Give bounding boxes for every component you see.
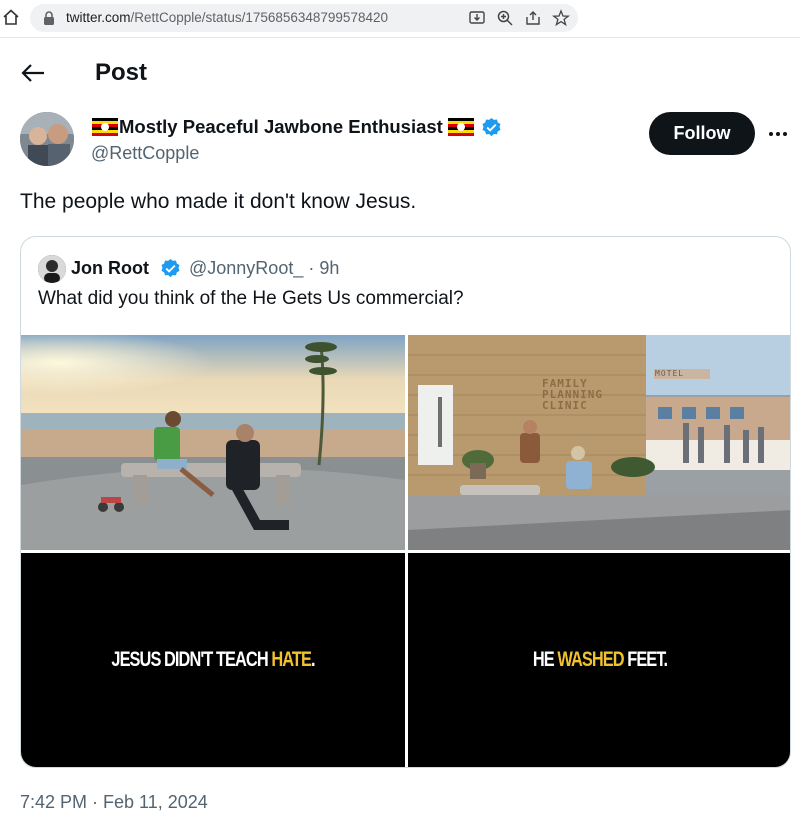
home-icon[interactable] — [2, 8, 20, 26]
quote-text: What did you think of the He Gets Us com… — [38, 288, 464, 309]
avatar-photo — [20, 112, 74, 166]
uganda-flag-icon — [447, 118, 474, 136]
zoom-icon[interactable] — [496, 9, 514, 27]
quote-author-handle[interactable]: @JonnyRoot_ · 9h — [189, 258, 339, 279]
media-image-clinic[interactable]: FAMILY PLANNING CLINIC MOTEL — [408, 335, 790, 550]
uganda-flag-icon — [92, 118, 118, 136]
tweet-text: The people who made it don't know Jesus. — [20, 190, 417, 213]
quote-avatar-photo — [38, 255, 66, 283]
more-options-icon[interactable] — [766, 124, 790, 144]
beach-scene-image — [21, 335, 405, 550]
media-image-beach[interactable] — [21, 335, 405, 550]
caption-part: JESUS DIDN'T TEACH — [111, 648, 272, 671]
caption-highlight: WASHED — [557, 648, 624, 671]
follow-button[interactable]: Follow — [649, 112, 755, 155]
caption-text: JESUS DIDN'T TEACH HATE. — [63, 648, 363, 672]
url-domain: twitter.com — [66, 10, 131, 25]
motel-sign: MOTEL — [655, 369, 685, 378]
media-grid: FAMILY PLANNING CLINIC MOTEL JESUS DIDN'… — [21, 335, 790, 767]
page-title: Post — [95, 59, 148, 86]
caption-part: FEET. — [623, 648, 668, 671]
quote-avatar[interactable] — [38, 255, 66, 283]
caption-highlight: HATE — [271, 648, 312, 671]
url-path: /RettCopple/status/1756856348799578420 — [130, 10, 388, 25]
quoted-tweet-card[interactable]: Jon Root @JonnyRoot_ · 9h What did you t… — [20, 236, 791, 768]
author-name-row[interactable]: Mostly Peaceful Jawbone Enthusiast — [91, 116, 502, 138]
verified-badge-icon[interactable] — [160, 258, 181, 279]
clinic-scene-image — [408, 335, 790, 550]
caption-part: . — [310, 648, 315, 671]
verified-badge-icon[interactable] — [481, 117, 502, 138]
install-icon[interactable] — [468, 9, 486, 27]
caption-text: HE WASHED FEET. — [450, 648, 750, 672]
tweet-timestamp[interactable]: 7:42 PM · Feb 11, 2024 — [20, 792, 208, 813]
bookmark-star-icon[interactable] — [552, 9, 570, 27]
media-image-caption-feet[interactable]: HE WASHED FEET. — [408, 553, 790, 767]
address-bar-actions — [468, 9, 570, 27]
media-image-caption-hate[interactable]: JESUS DIDN'T TEACH HATE. — [21, 553, 405, 767]
url-text[interactable]: twitter.com/RettCopple/status/1756856348… — [66, 10, 388, 25]
arrow-left-icon[interactable] — [20, 62, 46, 84]
lock-icon[interactable] — [42, 10, 56, 26]
quote-author-name[interactable]: Jon Root — [71, 258, 149, 279]
share-icon[interactable] — [524, 9, 542, 27]
avatar[interactable] — [20, 112, 74, 166]
browser-toolbar: twitter.com/RettCopple/status/1756856348… — [0, 0, 800, 38]
caption-part: HE — [532, 648, 558, 671]
author-handle[interactable]: @RettCopple — [91, 143, 199, 164]
clinic-sign: FAMILY PLANNING CLINIC — [542, 377, 603, 412]
author-name[interactable]: Mostly Peaceful Jawbone Enthusiast — [119, 116, 443, 138]
address-bar[interactable]: twitter.com/RettCopple/status/1756856348… — [30, 4, 578, 32]
